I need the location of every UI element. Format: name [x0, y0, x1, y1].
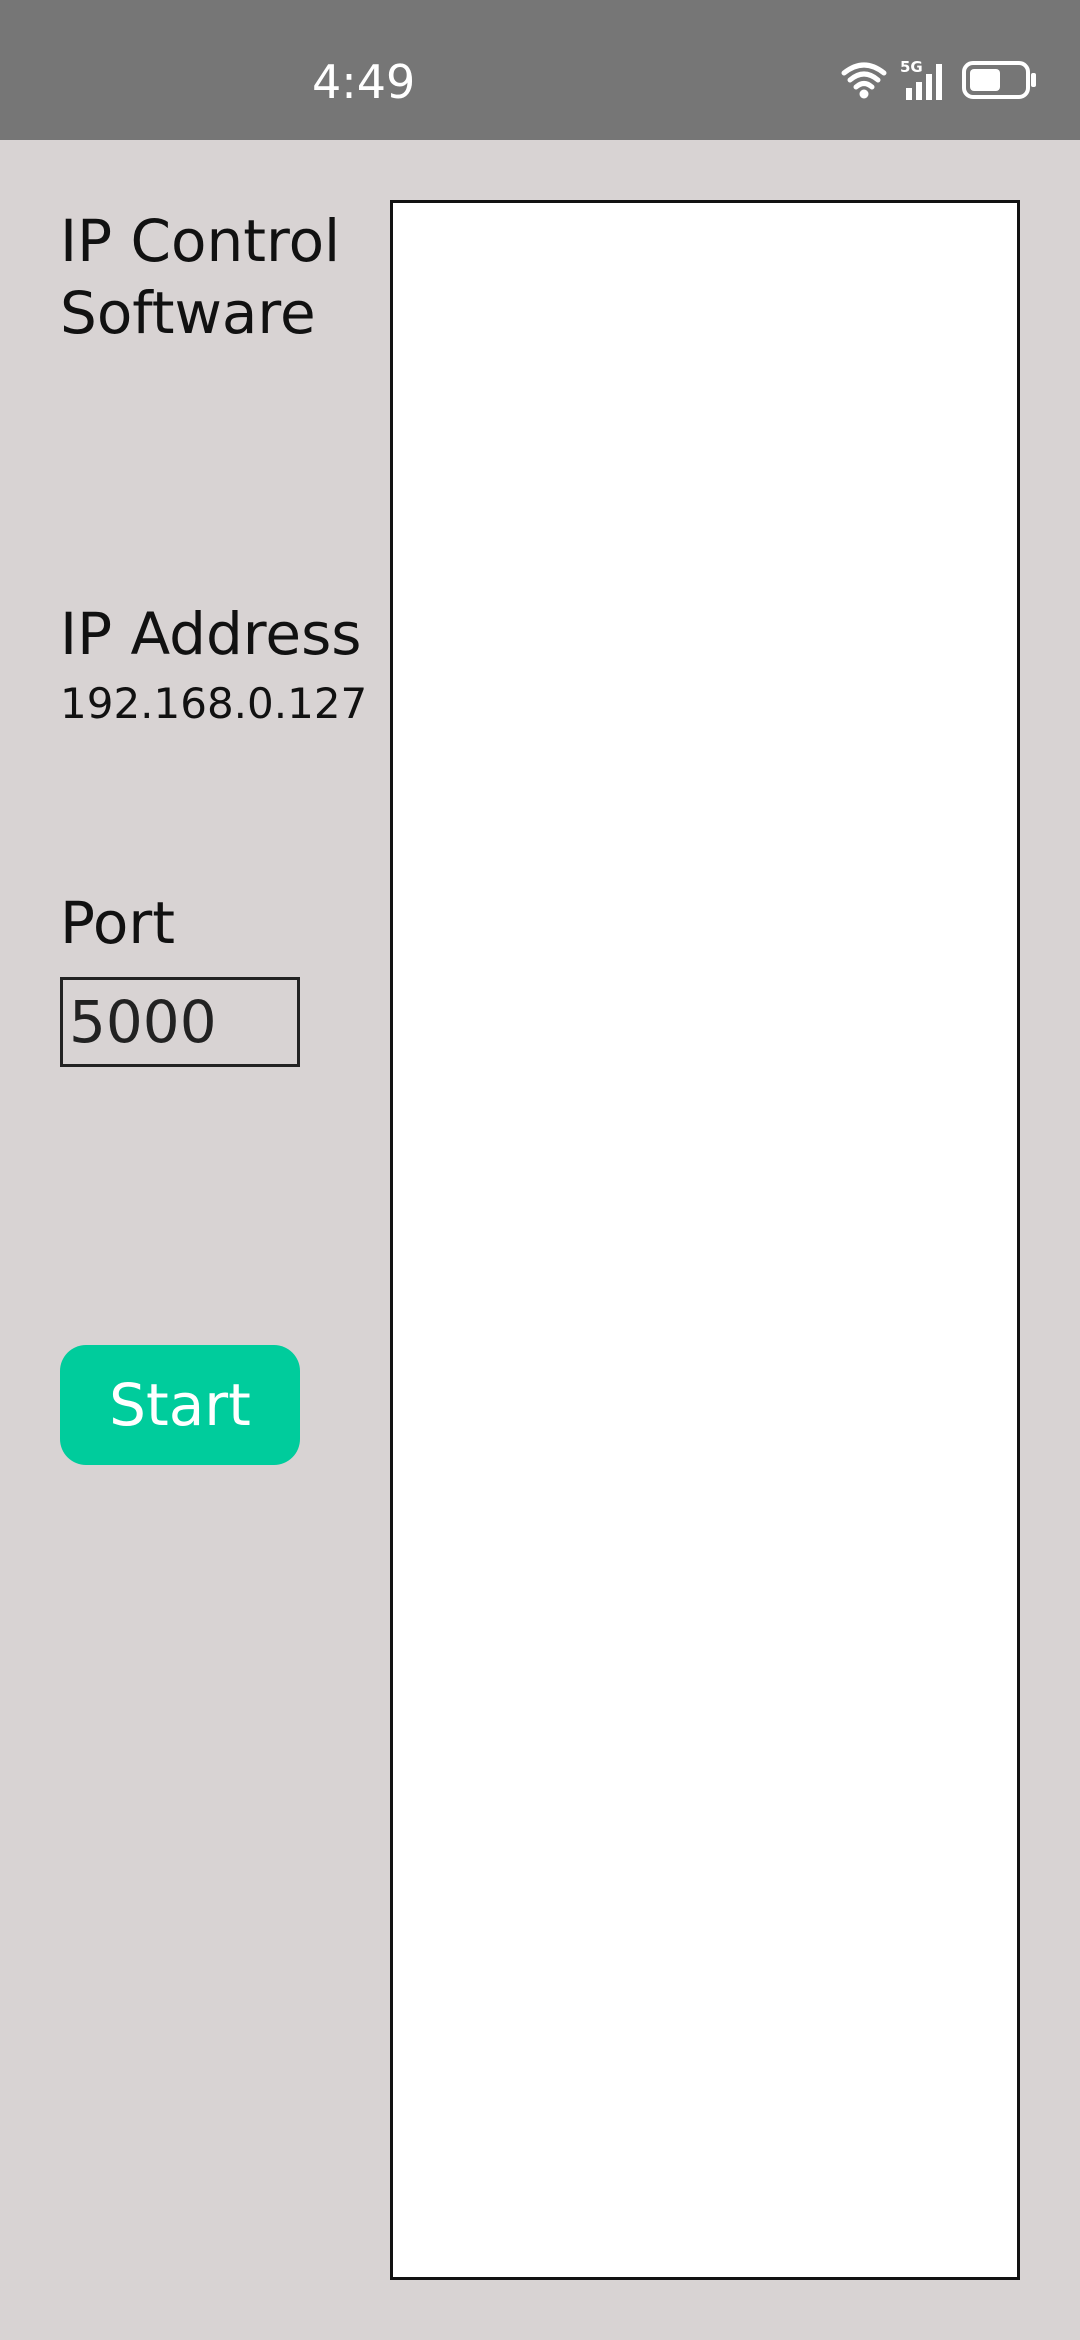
output-log[interactable]: [390, 200, 1020, 2280]
ip-address-label: IP Address: [60, 600, 362, 668]
status-time: 4:49: [312, 55, 416, 109]
wifi-icon: [840, 60, 888, 100]
status-bar: 4:49 5G: [0, 0, 1080, 140]
cellular-signal-icon: 5G: [900, 58, 950, 102]
battery-icon: [962, 60, 1038, 100]
app-title: IP Control Software: [60, 207, 341, 347]
port-input[interactable]: [60, 977, 300, 1067]
port-label: Port: [60, 889, 175, 957]
status-icons: 5G: [840, 56, 1038, 104]
ip-address-value: 192.168.0.127: [60, 679, 368, 728]
start-button[interactable]: Start: [60, 1345, 300, 1465]
network-type-label: 5G: [900, 58, 923, 76]
